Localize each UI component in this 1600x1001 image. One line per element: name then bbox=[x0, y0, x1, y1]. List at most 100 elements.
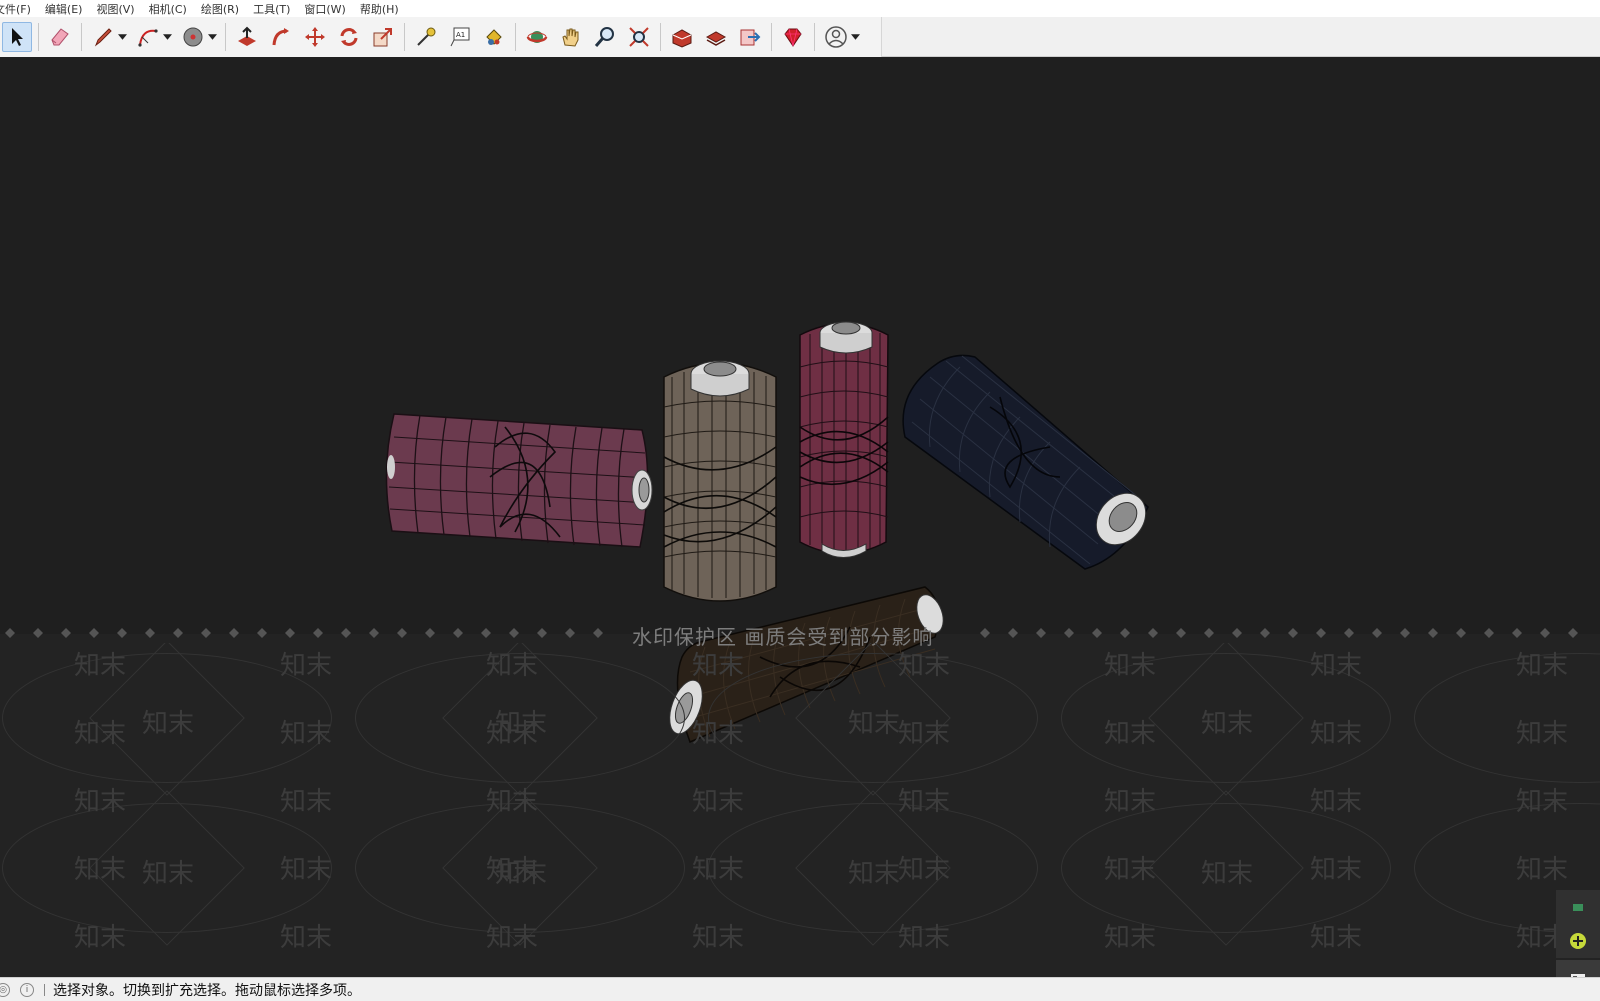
watermark-text: 知末 bbox=[898, 855, 951, 885]
watermark-text: 知末 bbox=[1310, 855, 1363, 885]
menu-view[interactable]: 视图(V) bbox=[96, 1, 141, 17]
ruby-console-button[interactable] bbox=[778, 22, 808, 52]
toolbar-separator bbox=[225, 23, 226, 51]
orbit-tool-button[interactable] bbox=[522, 22, 552, 52]
shape-tool-button[interactable] bbox=[178, 22, 208, 52]
spool-pink[interactable] bbox=[385, 413, 653, 548]
chevron-down-icon bbox=[850, 34, 860, 40]
follow-me-icon bbox=[272, 28, 289, 46]
watermark-text: 知末 bbox=[1310, 923, 1363, 953]
zoom-extents-icon bbox=[629, 27, 649, 47]
pan-tool-button[interactable] bbox=[556, 22, 586, 52]
menu-camera[interactable]: 相机(C) bbox=[149, 1, 194, 17]
watermark-text: 知末 bbox=[1104, 719, 1157, 749]
pan-icon bbox=[562, 28, 579, 47]
send-to-layout-button[interactable] bbox=[735, 22, 765, 52]
select-icon bbox=[12, 28, 23, 46]
ruby-icon bbox=[784, 28, 802, 47]
geo-location-icon[interactable]: ◎ bbox=[0, 982, 10, 997]
watermark-text: 知末 bbox=[280, 651, 333, 681]
watermark-ellipse bbox=[1414, 653, 1600, 783]
status-separator bbox=[44, 983, 45, 996]
toolbar-separator bbox=[660, 23, 661, 51]
tape-measure-tool-button[interactable] bbox=[411, 22, 441, 52]
watermark-pattern: 知末 知末 知末 知末 知末 知末 知末 知末 知末 知末 知末 知末 知末 知末 知末 知末 知末 知末 知末 知末… bbox=[0, 643, 1600, 977]
watermark-text: 知末 bbox=[74, 651, 127, 681]
plus-circle-icon bbox=[1570, 933, 1586, 949]
menu-help[interactable]: 帮助(H) bbox=[360, 1, 406, 17]
chevron-down-icon bbox=[207, 34, 217, 40]
watermark-text: 知末 bbox=[898, 923, 951, 953]
watermark-text: 知末 bbox=[692, 923, 745, 953]
toolbar-separator bbox=[404, 23, 405, 51]
rotate-icon bbox=[340, 28, 358, 46]
spool-red[interactable] bbox=[799, 321, 889, 558]
paint-bucket-tool-button[interactable] bbox=[479, 22, 509, 52]
toolbar-separator bbox=[771, 23, 772, 51]
toolbar-large-tool-set: A1 bbox=[0, 17, 882, 57]
push-pull-tool-button[interactable] bbox=[232, 22, 262, 52]
watermark-text: 知末 bbox=[848, 859, 901, 889]
toolbar: A1 bbox=[0, 17, 1600, 57]
watermark-text: 知末 bbox=[1310, 719, 1363, 749]
line-tool-dropdown[interactable] bbox=[117, 22, 127, 52]
watermark-text: 知末 bbox=[1516, 787, 1569, 817]
menu-edit[interactable]: 编辑(E) bbox=[45, 1, 90, 17]
3d-viewport[interactable]: 水印保护区 画质会受到部分影响 知末 知末 知末 知末 知末 知末 知末 知末 知末 知末 知末 知末… bbox=[0, 57, 1600, 977]
zoom-tool-button[interactable] bbox=[590, 22, 620, 52]
watermark-divider: 水印保护区 画质会受到部分影响 bbox=[0, 623, 1600, 649]
arc-tool-dropdown[interactable] bbox=[162, 22, 172, 52]
zoom-extents-tool-button[interactable] bbox=[624, 22, 654, 52]
spool-beige[interactable] bbox=[663, 360, 777, 602]
watermark-text: 知末 bbox=[280, 923, 333, 953]
layer-indicator[interactable] bbox=[1556, 890, 1600, 924]
menu-draw[interactable]: 绘图(R) bbox=[201, 1, 246, 17]
circle-shape-icon bbox=[183, 27, 203, 47]
watermark-text: 知末 bbox=[1104, 923, 1157, 953]
chevron-down-icon bbox=[162, 34, 172, 40]
extension-warehouse-icon bbox=[705, 31, 727, 46]
menu-window[interactable]: 窗口(W) bbox=[304, 1, 352, 17]
chevron-down-icon bbox=[117, 34, 127, 40]
paint-icon bbox=[486, 29, 502, 45]
send-to-layout-icon bbox=[740, 29, 761, 46]
watermark-text: 知末 bbox=[1104, 651, 1157, 681]
watermark-text: 知末 bbox=[74, 855, 127, 885]
scale-icon bbox=[373, 28, 392, 47]
watermark-text: 知末 bbox=[1516, 855, 1569, 885]
add-button[interactable] bbox=[1556, 924, 1600, 958]
menu-file[interactable]: 文件(F) bbox=[0, 1, 38, 17]
rotate-tool-button[interactable] bbox=[334, 22, 364, 52]
move-icon bbox=[305, 27, 325, 47]
arc-icon bbox=[138, 29, 158, 47]
shape-tool-dropdown[interactable] bbox=[207, 22, 217, 52]
watermark-text: 知末 bbox=[486, 651, 539, 681]
line-tool-button[interactable] bbox=[88, 22, 118, 52]
push-pull-icon bbox=[238, 26, 256, 46]
extension-warehouse-button[interactable] bbox=[701, 22, 731, 52]
text-tool-button[interactable]: A1 bbox=[445, 22, 475, 52]
3d-warehouse-button[interactable] bbox=[667, 22, 697, 52]
watermark-text: 知末 bbox=[692, 787, 745, 817]
info-icon[interactable]: i bbox=[20, 982, 34, 997]
watermark-text: 知末 bbox=[1201, 709, 1254, 739]
account-dropdown[interactable] bbox=[850, 22, 860, 52]
account-button[interactable] bbox=[821, 22, 851, 52]
watermark-text: 知末 bbox=[1104, 855, 1157, 885]
status-icons: ◎ i bbox=[0, 982, 45, 997]
follow-me-tool-button[interactable] bbox=[266, 22, 296, 52]
menu-tools[interactable]: 工具(T) bbox=[253, 1, 297, 17]
watermark-text: 知末 bbox=[692, 719, 745, 749]
warehouse-icon bbox=[672, 29, 692, 48]
orbit-icon bbox=[526, 31, 548, 43]
spool-navy[interactable] bbox=[902, 354, 1156, 570]
watermark-text: 知末 bbox=[142, 709, 195, 739]
eraser-tool-button[interactable] bbox=[45, 22, 75, 52]
arc-tool-button[interactable] bbox=[133, 22, 163, 52]
move-tool-button[interactable] bbox=[300, 22, 330, 52]
scale-tool-button[interactable] bbox=[368, 22, 398, 52]
text-icon: A1 bbox=[450, 27, 470, 47]
select-tool-button[interactable] bbox=[2, 22, 32, 52]
watermark-text: 知末 bbox=[1516, 719, 1569, 749]
sketchup-window: 文件(F) 编辑(E) 视图(V) 相机(C) 绘图(R) 工具(T) 窗口(W… bbox=[0, 0, 1600, 1001]
